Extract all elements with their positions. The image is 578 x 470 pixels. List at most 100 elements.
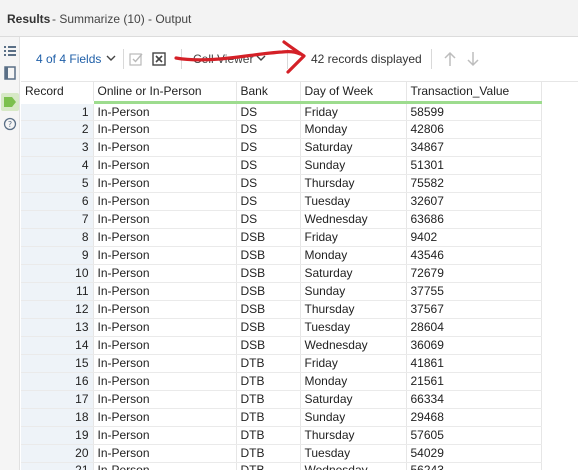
table-row[interactable]: 4 In-Person DS Sunday 51301 [21,156,542,175]
online-or-in-person-cell[interactable]: In-Person [93,120,237,139]
transaction-value-cell[interactable]: 29468 [406,408,542,427]
transaction-value-cell[interactable]: 51301 [406,156,542,175]
table-row[interactable]: 17 In-Person DTB Saturday 66334 [21,390,542,409]
transaction-value-cell[interactable]: 57605 [406,426,542,445]
record-number[interactable]: 9 [21,246,94,265]
record-number[interactable]: 7 [21,210,94,229]
table-row[interactable]: 13 In-Person DSB Tuesday 28604 [21,318,542,337]
table-row[interactable]: 9 In-Person DSB Monday 43546 [21,246,542,265]
bank-cell[interactable]: DTB [236,390,301,409]
online-or-in-person-cell[interactable]: In-Person [93,138,237,157]
day-of-week-cell[interactable]: Monday [300,246,407,265]
arrow-up-icon[interactable] [442,50,458,68]
record-number[interactable]: 8 [21,228,94,247]
bank-cell[interactable]: DSB [236,336,301,355]
cell-viewer-dropdown[interactable]: Cell Viewer [193,52,253,66]
transaction-value-cell[interactable]: 75582 [406,174,542,193]
day-of-week-cell[interactable]: Sunday [300,282,407,301]
record-number[interactable]: 10 [21,264,94,283]
online-or-in-person-cell[interactable]: In-Person [93,372,237,391]
record-number[interactable]: 15 [21,354,94,373]
table-row[interactable]: 3 In-Person DS Saturday 34867 [21,138,542,157]
online-or-in-person-cell[interactable]: In-Person [93,336,237,355]
day-of-week-cell[interactable]: Wednesday [300,462,407,470]
bank-cell[interactable]: DS [236,156,301,175]
online-or-in-person-cell[interactable]: In-Person [93,462,237,470]
table-row[interactable]: 12 In-Person DSB Thursday 37567 [21,300,542,319]
bank-cell[interactable]: DSB [236,246,301,265]
table-row[interactable]: 8 In-Person DSB Friday 9402 [21,228,542,247]
day-of-week-cell[interactable]: Saturday [300,264,407,283]
record-number[interactable]: 1 [21,102,94,121]
record-number[interactable]: 14 [21,336,94,355]
chevron-down-icon[interactable] [255,52,267,64]
online-or-in-person-cell[interactable]: In-Person [93,174,237,193]
bank-cell[interactable]: DSB [236,264,301,283]
bank-cell[interactable]: DTB [236,354,301,373]
column-header-online-or-in-person[interactable]: Online or In-Person [93,82,237,104]
record-number[interactable]: 6 [21,192,94,211]
column-header-record[interactable]: Record [21,82,94,104]
arrow-down-icon[interactable] [465,50,481,68]
bank-cell[interactable]: DS [236,138,301,157]
bank-cell[interactable]: DSB [236,282,301,301]
record-number[interactable]: 4 [21,156,94,175]
deselect-all-icon[interactable] [151,51,167,67]
bank-cell[interactable]: DTB [236,462,301,470]
record-number[interactable]: 11 [21,282,94,301]
bank-cell[interactable]: DTB [236,372,301,391]
column-header-day-of-week[interactable]: Day of Week [300,82,407,104]
transaction-value-cell[interactable]: 36069 [406,336,542,355]
transaction-value-cell[interactable]: 34867 [406,138,542,157]
check-square-icon[interactable] [128,51,144,67]
bank-cell[interactable]: DTB [236,426,301,445]
transaction-value-cell[interactable]: 28604 [406,318,542,337]
column-header-bank[interactable]: Bank [236,82,301,104]
online-or-in-person-cell[interactable]: In-Person [93,390,237,409]
day-of-week-cell[interactable]: Saturday [300,390,407,409]
record-number[interactable]: 5 [21,174,94,193]
online-or-in-person-cell[interactable]: In-Person [93,426,237,445]
help-icon[interactable]: ? [3,117,17,131]
transaction-value-cell[interactable]: 58599 [406,102,542,121]
table-row[interactable]: 21 In-Person DTB Wednesday 56243 [21,462,542,470]
day-of-week-cell[interactable]: Sunday [300,408,407,427]
transaction-value-cell[interactable]: 72679 [406,264,542,283]
record-number[interactable]: 16 [21,372,94,391]
record-number[interactable]: 13 [21,318,94,337]
table-row[interactable]: 2 In-Person DS Monday 42806 [21,120,542,139]
table-row[interactable]: 10 In-Person DSB Saturday 72679 [21,264,542,283]
transaction-value-cell[interactable]: 41861 [406,354,542,373]
record-number[interactable]: 20 [21,444,94,463]
table-row[interactable]: 19 In-Person DTB Thursday 57605 [21,426,542,445]
bank-cell[interactable]: DSB [236,318,301,337]
transaction-value-cell[interactable]: 43546 [406,246,542,265]
record-number[interactable]: 17 [21,390,94,409]
bank-cell[interactable]: DTB [236,408,301,427]
list-icon[interactable] [3,44,17,58]
bank-cell[interactable]: DS [236,102,301,121]
bank-cell[interactable]: DTB [236,444,301,463]
record-number[interactable]: 12 [21,300,94,319]
data-tag-icon[interactable] [3,95,17,109]
day-of-week-cell[interactable]: Thursday [300,426,407,445]
transaction-value-cell[interactable]: 21561 [406,372,542,391]
table-row[interactable]: 18 In-Person DTB Sunday 29468 [21,408,542,427]
record-number[interactable]: 18 [21,408,94,427]
day-of-week-cell[interactable]: Tuesday [300,318,407,337]
transaction-value-cell[interactable]: 66334 [406,390,542,409]
table-row[interactable]: 15 In-Person DTB Friday 41861 [21,354,542,373]
online-or-in-person-cell[interactable]: In-Person [93,354,237,373]
table-row[interactable]: 11 In-Person DSB Sunday 37755 [21,282,542,301]
online-or-in-person-cell[interactable]: In-Person [93,264,237,283]
online-or-in-person-cell[interactable]: In-Person [93,246,237,265]
transaction-value-cell[interactable]: 32607 [406,192,542,211]
day-of-week-cell[interactable]: Saturday [300,138,407,157]
table-row[interactable]: 7 In-Person DS Wednesday 63686 [21,210,542,229]
day-of-week-cell[interactable]: Thursday [300,174,407,193]
transaction-value-cell[interactable]: 9402 [406,228,542,247]
table-row[interactable]: 16 In-Person DTB Monday 21561 [21,372,542,391]
online-or-in-person-cell[interactable]: In-Person [93,408,237,427]
table-row[interactable]: 5 In-Person DS Thursday 75582 [21,174,542,193]
online-or-in-person-cell[interactable]: In-Person [93,300,237,319]
